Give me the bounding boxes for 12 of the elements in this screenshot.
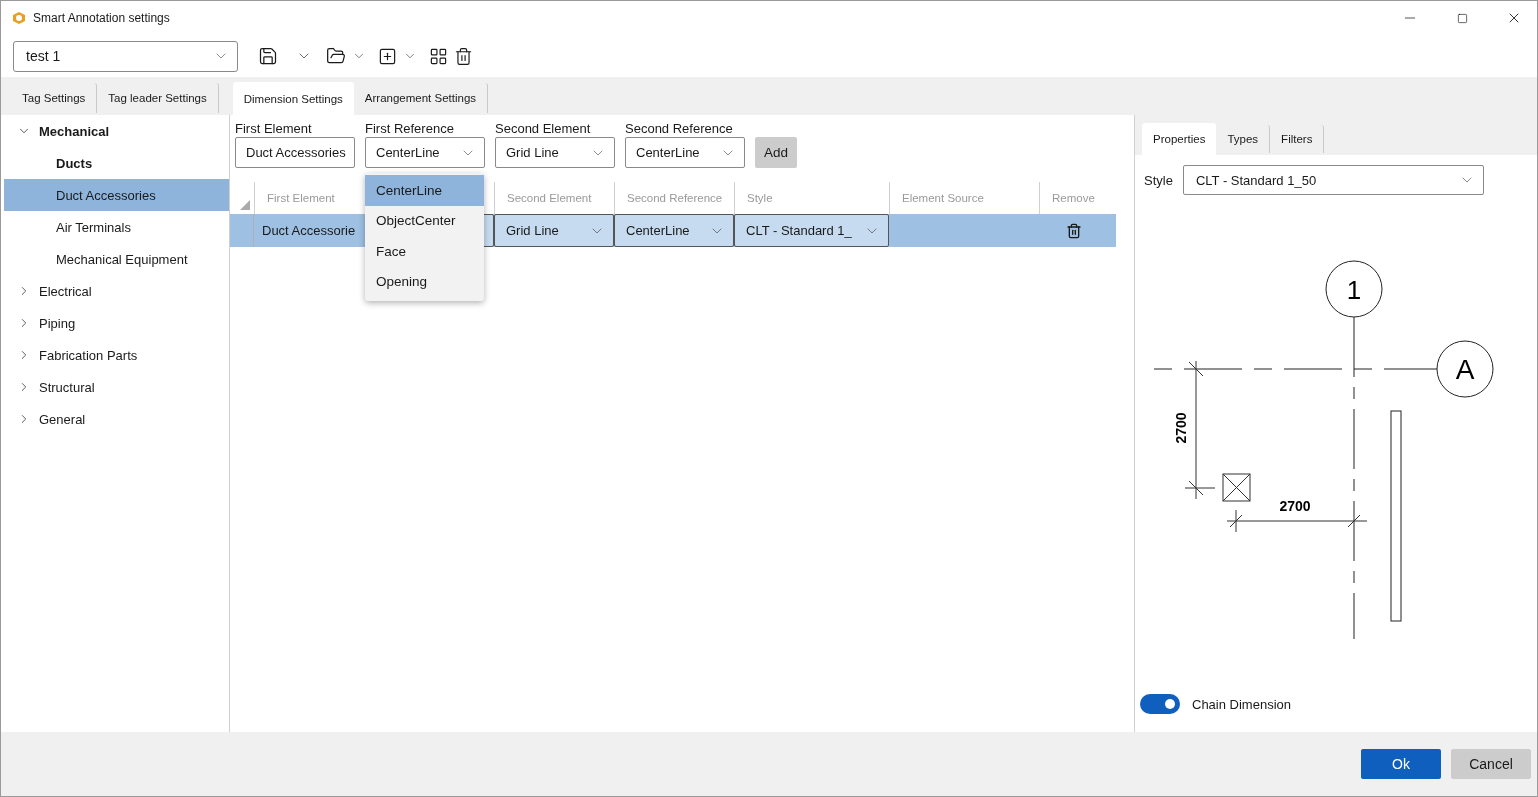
field-label: First Element: [235, 121, 313, 136]
table-cell-text: Duct Accessorie: [261, 222, 357, 240]
field-label: Second Element: [495, 121, 592, 136]
dimension-value: 2700: [1279, 498, 1311, 514]
grid-label: A: [1455, 354, 1475, 385]
field-label: Style: [1144, 172, 1173, 188]
window-title: Smart Annotation settings: [33, 11, 171, 25]
field-label: Second Reference: [625, 121, 734, 136]
grid-label: 1: [1346, 275, 1362, 305]
dimension-value: 2700: [1173, 412, 1189, 444]
field-label: First Reference: [365, 121, 455, 136]
toggle-label: Chain Dimension: [1192, 696, 1291, 712]
